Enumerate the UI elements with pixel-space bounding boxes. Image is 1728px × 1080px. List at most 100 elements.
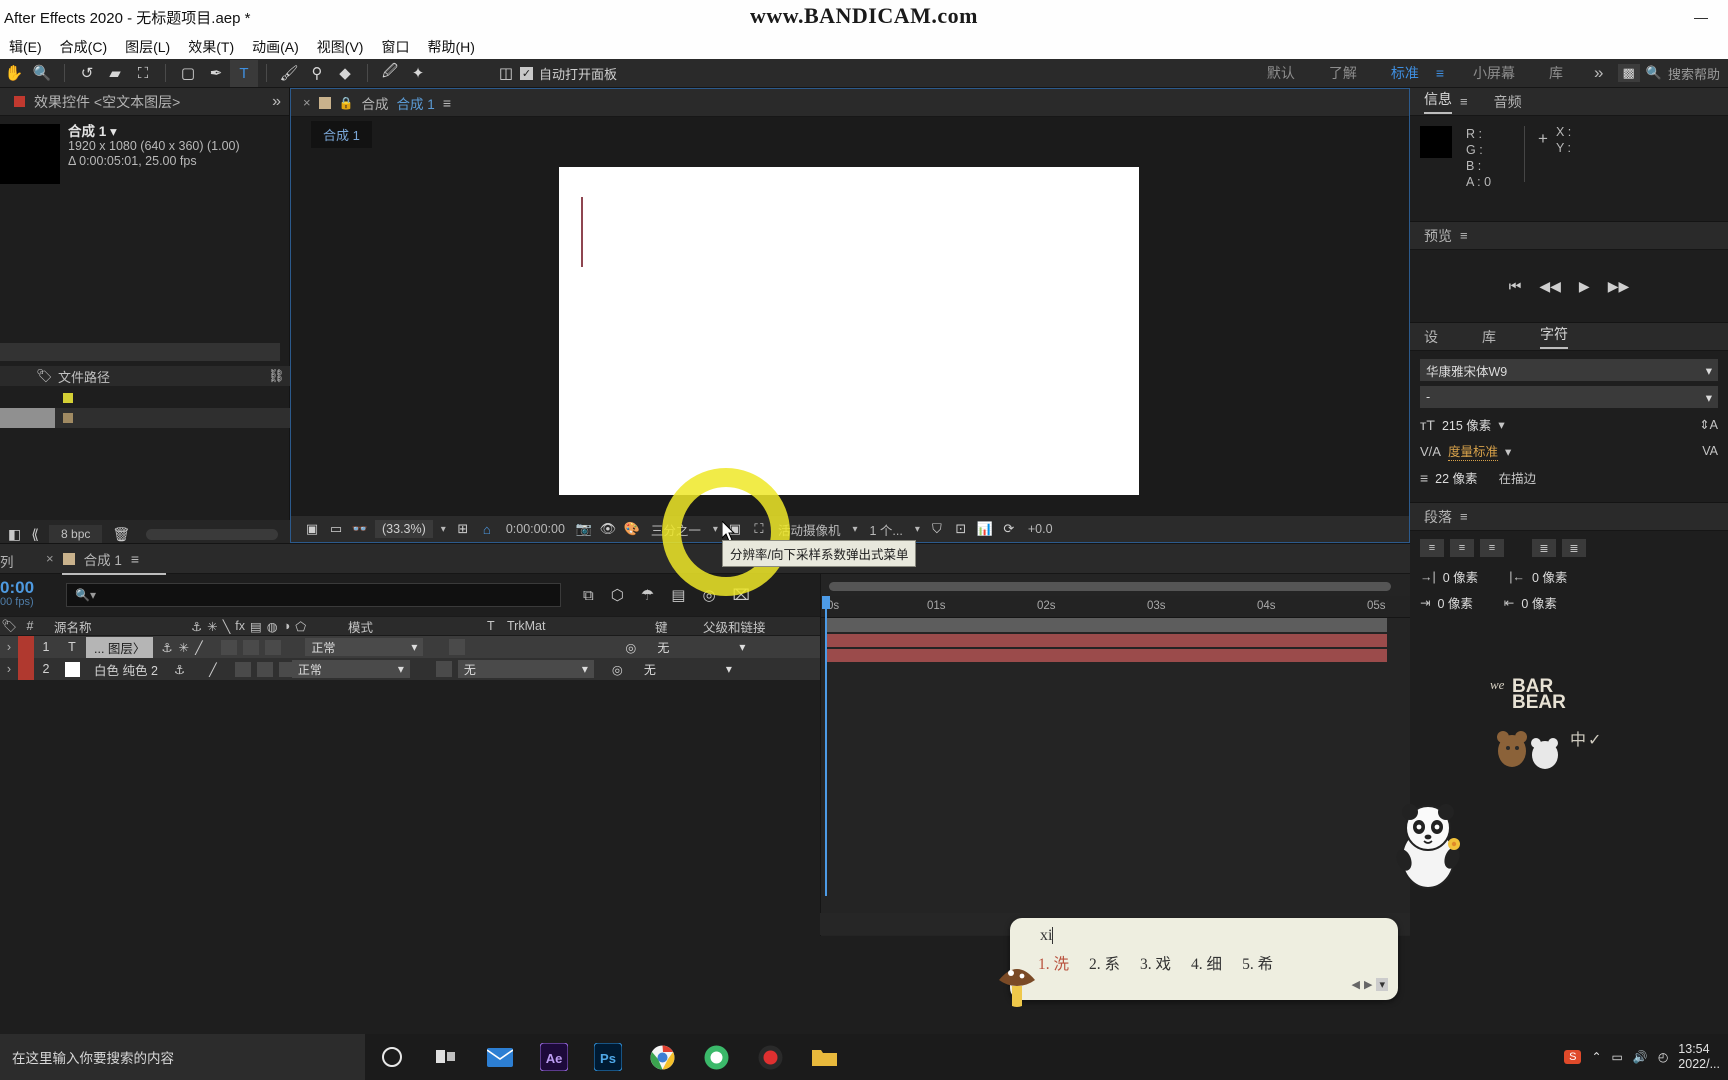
anchor-point-tool-icon[interactable]: ⛶ — [129, 60, 157, 87]
battery-icon[interactable]: ▭ — [1612, 1050, 1623, 1064]
brush-tool-icon[interactable]: 🖌 — [275, 60, 303, 87]
preview-menu-icon[interactable]: ≡ — [1460, 228, 1468, 243]
exposure-value[interactable]: +0.0 — [1022, 520, 1059, 538]
parent-pickwhip-icon[interactable]: ◎ — [625, 640, 651, 655]
switch-box[interactable] — [264, 639, 281, 655]
menu-item-animation[interactable]: 动画(A) — [243, 37, 308, 57]
align-center-icon[interactable]: ≡ — [1450, 539, 1474, 557]
lock-icon[interactable]: 🔒 — [339, 96, 354, 110]
adobe-cc-icon[interactable]: ▩ — [1617, 64, 1640, 82]
play-icon[interactable]: ▶ — [1579, 278, 1590, 295]
trkmat-swatch[interactable] — [449, 639, 466, 655]
camera-view-value[interactable]: 活动摄像机 — [772, 518, 847, 541]
timeline-close-icon[interactable]: × — [46, 551, 54, 566]
taskbar-search-input[interactable]: 在这里输入你要搜索的内容 — [0, 1034, 365, 1080]
toggle-transparency-grid-icon[interactable]: ▣ — [301, 519, 323, 539]
zoom-chevron-down-icon[interactable]: ▾ — [437, 524, 450, 535]
ime-candidate-5[interactable]: 5. 希 — [1242, 952, 1273, 974]
toggle-snapshot-icon[interactable]: 👓 — [349, 519, 371, 539]
project-item-row-2[interactable] — [0, 408, 290, 428]
view-layout-value[interactable]: 1 个... — [864, 518, 909, 541]
layer-color-swatch-icon[interactable] — [18, 636, 34, 658]
cti-head[interactable] — [822, 596, 830, 609]
align-left-icon[interactable]: ≡ — [1420, 539, 1444, 557]
info-menu-icon[interactable]: ≡ — [1460, 94, 1468, 109]
tab-paragraph[interactable]: 段落 — [1424, 507, 1452, 527]
menu-item-help[interactable]: 帮助(H) — [418, 37, 483, 57]
stroke-label[interactable]: 在描边 — [1499, 468, 1537, 487]
step-forward-icon[interactable]: ▶▶ — [1608, 278, 1630, 295]
trkmat-swatch[interactable] — [435, 661, 452, 677]
auto-open-panel-checkbox[interactable]: ✓ 自动打开面板 — [520, 64, 617, 83]
timeline-tab-label[interactable]: 合成 1 — [84, 549, 122, 569]
pen-tool-icon[interactable]: ✒ — [202, 60, 230, 87]
tab-library[interactable]: 库 — [1482, 327, 1496, 347]
ime-candidate-3[interactable]: 3. 戏 — [1140, 952, 1171, 974]
mail-icon[interactable] — [473, 1034, 527, 1080]
current-time-indicator[interactable] — [822, 596, 830, 896]
volume-icon[interactable]: 🔊 — [1633, 1050, 1648, 1064]
network-icon[interactable]: ◴ — [1658, 1050, 1668, 1064]
tray-expand-icon[interactable]: ⌃ — [1591, 1050, 1601, 1064]
zoom-tool-icon[interactable]: 🔍 — [28, 60, 56, 87]
zoom-level-value[interactable]: (33.3%) — [375, 520, 433, 538]
timeline-search-input[interactable]: 🔍▾ — [66, 583, 561, 607]
space-after-value[interactable]: 0 像素 — [1521, 593, 1556, 612]
composition-mini-flowchart-icon[interactable]: ⧉ — [583, 587, 594, 604]
timeline-menu-icon[interactable]: ≡ — [131, 551, 139, 567]
layer-name[interactable]: ... 图层〉 — [86, 636, 154, 658]
viewer-sub-tab[interactable]: 合成 1 — [311, 121, 372, 148]
menu-item-window[interactable]: 窗口 — [372, 37, 418, 57]
folder-icon[interactable] — [797, 1034, 851, 1080]
work-area-bar[interactable] — [825, 618, 1387, 632]
project-scrollbar[interactable] — [146, 528, 278, 540]
font-family-dropdown[interactable]: 华康雅宋体W9 ▾ — [1420, 359, 1718, 381]
switch-box[interactable] — [242, 639, 259, 655]
switch-box[interactable] — [256, 661, 273, 677]
menu-item-edit[interactable]: 辑(E) — [0, 37, 51, 57]
project-item-row-1[interactable] — [0, 388, 290, 408]
project-search-bar[interactable] — [0, 343, 280, 361]
draft-3d-icon[interactable]: ⬡ — [611, 586, 624, 604]
shape-tool-icon[interactable]: ▢ — [174, 60, 202, 87]
sogou-ime-icon[interactable]: S — [1564, 1050, 1582, 1064]
chevron-down-icon[interactable]: ▾ — [1498, 417, 1504, 432]
cortana-icon[interactable] — [365, 1034, 419, 1080]
viewer-menu-icon[interactable]: ≡ — [443, 95, 451, 111]
menu-item-effect[interactable]: 效果(T) — [179, 37, 243, 57]
resolution-chevron-down-icon[interactable]: ▾ — [709, 524, 722, 535]
ime-candidate-window[interactable]: xi 1. 洗 2. 系 3. 戏 4. 细 5. 希 ◀ ▶ ▾ — [999, 918, 1398, 1007]
tab-audio[interactable]: 音频 — [1494, 92, 1522, 112]
fast-previews-icon[interactable]: ⊡ — [950, 519, 972, 539]
align-right-icon[interactable]: ≡ — [1480, 539, 1504, 557]
render-icon[interactable]: ⟪ — [31, 526, 39, 543]
tab-preview[interactable]: 预览 — [1424, 226, 1452, 246]
chevron-down-icon[interactable]: ▾ — [1505, 444, 1511, 459]
eraser-tool-icon[interactable]: ◆ — [331, 60, 359, 87]
hand-tool-icon[interactable]: ✋ — [0, 60, 28, 87]
menu-item-composition[interactable]: 合成(C) — [51, 37, 116, 57]
layer-color-swatch-icon[interactable] — [18, 658, 34, 680]
channel-rgb-icon[interactable]: 🎨 — [621, 519, 643, 539]
tab-settings[interactable]: 设 — [1424, 327, 1438, 347]
chevron-down-icon[interactable]: ▾ — [110, 124, 117, 139]
search-help[interactable]: ▩ 🔍 搜索帮助 — [1617, 64, 1728, 83]
tab-character[interactable]: 字符 — [1540, 324, 1568, 349]
collapse-icon[interactable]: ✳ — [179, 640, 189, 655]
motion-blur-icon[interactable]: ◎ — [702, 586, 715, 604]
transparency-grid-icon[interactable]: ⛶ — [748, 519, 770, 539]
ime-candidate-2[interactable]: 2. 系 — [1089, 952, 1120, 974]
viewer-timecode[interactable]: 0:00:00:00 — [500, 520, 571, 538]
indent-right-value[interactable]: 0 像素 — [1532, 567, 1567, 586]
ime-candidate-4[interactable]: 4. 细 — [1191, 952, 1222, 974]
parent-pickwhip-icon[interactable]: ◎ — [612, 662, 638, 677]
menu-item-view[interactable]: 视图(V) — [308, 37, 373, 57]
justify-all-icon[interactable]: ≣ — [1562, 539, 1586, 557]
show-snapshot-icon[interactable]: 👁 — [597, 519, 619, 539]
workspace-standard[interactable]: 标准 — [1374, 63, 1436, 83]
graph-editor-icon[interactable]: ⌧ — [733, 586, 750, 604]
toggle-mask-paths-icon[interactable]: ▭ — [325, 519, 347, 539]
roto-brush-tool-icon[interactable]: 🖉 — [376, 60, 404, 87]
viewer-tab-label[interactable]: 合成 1 — [397, 93, 435, 113]
camera-chevron-down-icon[interactable]: ▾ — [848, 524, 861, 535]
